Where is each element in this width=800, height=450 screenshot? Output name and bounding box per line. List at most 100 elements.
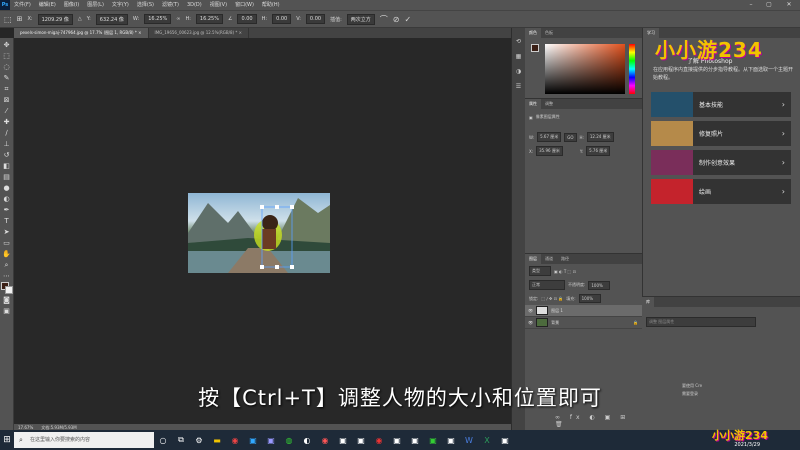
brush-tool-icon[interactable]: ∕: [2, 128, 12, 138]
app-icon[interactable]: ▣: [442, 430, 460, 450]
settings-app-icon[interactable]: ⚙: [190, 430, 208, 450]
history-brush-tool-icon[interactable]: ↺: [2, 150, 12, 160]
visibility-eye-icon[interactable]: 👁: [528, 320, 533, 325]
tab-color[interactable]: 颜色: [525, 28, 541, 38]
menu-image[interactable]: 图像(I): [60, 0, 83, 10]
app-icon[interactable]: ▣: [334, 430, 352, 450]
screen-mode-icon[interactable]: ▣: [2, 306, 12, 316]
word-icon[interactable]: W: [460, 430, 478, 450]
link-button[interactable]: GO: [564, 132, 577, 142]
height-field[interactable]: 16.25%: [195, 14, 223, 24]
history-panel-icon[interactable]: ⟲: [516, 38, 521, 45]
app-icon[interactable]: ▣: [388, 430, 406, 450]
eyedropper-tool-icon[interactable]: ⁄: [2, 106, 12, 116]
excel-icon[interactable]: X: [478, 430, 496, 450]
commit-transform-icon[interactable]: ✓: [404, 15, 411, 24]
tab-document-1[interactable]: pexels-simon-migaj-747964.jpg @ 17.7% (图…: [14, 28, 149, 38]
layer-filter-select[interactable]: 类型: [529, 266, 551, 276]
eraser-tool-icon[interactable]: ◧: [2, 161, 12, 171]
healing-tool-icon[interactable]: ✚: [2, 117, 12, 127]
move-tool-icon[interactable]: ✥: [2, 40, 12, 50]
cancel-transform-icon[interactable]: ⊘: [393, 15, 400, 24]
zoom-tool-icon[interactable]: ⌕: [2, 260, 12, 270]
background-swatch[interactable]: [4, 286, 13, 294]
photoshop-taskbar-icon[interactable]: ▣: [244, 430, 262, 450]
learn-card-fix-photos[interactable]: 修复照片 ›: [651, 121, 791, 146]
y-field[interactable]: 632.24 像: [95, 13, 128, 25]
delta-icon[interactable]: △: [78, 16, 82, 22]
crop-tool-icon[interactable]: ⌗: [2, 84, 12, 94]
close-button[interactable]: ✕: [782, 0, 796, 10]
wechat-icon[interactable]: ◍: [280, 430, 298, 450]
tab-close-icon[interactable]: ×: [138, 30, 141, 35]
tab-channels[interactable]: 通道: [541, 254, 557, 264]
menu-type[interactable]: 文字(Y): [108, 0, 133, 10]
quick-mask-icon[interactable]: ◙: [2, 295, 12, 305]
tab-layers[interactable]: 图层: [525, 254, 541, 264]
app-icon[interactable]: ◉: [370, 430, 388, 450]
pen-tool-icon[interactable]: ✒: [2, 205, 12, 215]
app-icon[interactable]: ▣: [352, 430, 370, 450]
prop-x-field[interactable]: 35.96 厘米: [536, 146, 563, 156]
x-field[interactable]: 1209.29 像: [37, 13, 73, 25]
learn-card-basics[interactable]: 基本技能 ›: [651, 92, 791, 117]
quick-select-tool-icon[interactable]: ✎: [2, 73, 12, 83]
layer-row[interactable]: 👁 图层 1: [525, 305, 642, 317]
app-icon[interactable]: ▣: [406, 430, 424, 450]
document-image[interactable]: [188, 193, 330, 273]
tab-adjustments[interactable]: 调整: [541, 99, 557, 109]
type-tool-icon[interactable]: T: [2, 216, 12, 226]
tab-document-2[interactable]: IMG_19656_00623.jpg @ 12.5%(RGB/8) * ×: [149, 28, 249, 38]
learn-card-painting[interactable]: 绘画 ›: [651, 179, 791, 204]
interpolation-select[interactable]: 两次立方: [346, 13, 375, 25]
rectangle-tool-icon[interactable]: ▭: [2, 238, 12, 248]
minimize-button[interactable]: –: [744, 0, 758, 10]
blend-mode-select[interactable]: 正常: [529, 280, 565, 290]
hskew-field[interactable]: 0.00: [272, 14, 292, 24]
gradient-tool-icon[interactable]: ▤: [2, 172, 12, 182]
reference-point-icon[interactable]: ⊞: [17, 15, 23, 23]
tab-close-icon[interactable]: ×: [239, 30, 242, 35]
adjustments-panel-icon[interactable]: ◑: [516, 68, 521, 75]
foreground-background-swatch[interactable]: [0, 282, 13, 294]
task-view-icon[interactable]: ⧉: [172, 430, 190, 450]
frame-tool-icon[interactable]: ⊠: [2, 95, 12, 105]
swatches-panel-icon[interactable]: ▦: [516, 53, 522, 60]
tab-swatches[interactable]: 色板: [541, 28, 557, 38]
app-icon[interactable]: ◉: [316, 430, 334, 450]
prop-height-field[interactable]: 12.24 厘米: [586, 132, 614, 142]
menu-file[interactable]: 文件(F): [10, 0, 35, 10]
menu-edit[interactable]: 编辑(E): [35, 0, 60, 10]
visibility-eye-icon[interactable]: 👁: [528, 308, 533, 313]
lasso-tool-icon[interactable]: ◌: [2, 62, 12, 72]
menu-help[interactable]: 帮助(H): [258, 0, 284, 10]
menu-view[interactable]: 视图(V): [206, 0, 231, 10]
prop-y-field[interactable]: 5.76 厘米: [586, 146, 611, 156]
prop-width-field[interactable]: 5.67 厘米: [537, 132, 562, 142]
width-field[interactable]: 16.25%: [144, 14, 172, 24]
dodge-tool-icon[interactable]: ◐: [2, 194, 12, 204]
file-explorer-icon[interactable]: ▬: [208, 430, 226, 450]
premiere-icon[interactable]: ▣: [262, 430, 280, 450]
fill-field[interactable]: 100%: [578, 294, 601, 303]
tab-paths[interactable]: 路径: [557, 254, 573, 264]
warp-icon[interactable]: ⌒: [380, 14, 388, 25]
app-icon[interactable]: ▣: [496, 430, 514, 450]
tab-properties[interactable]: 属性: [525, 99, 541, 109]
layer-row[interactable]: 👁 背景 🔒: [525, 317, 642, 329]
menu-layer[interactable]: 图层(L): [83, 0, 108, 10]
color-fg-swatch[interactable]: [531, 44, 539, 52]
cortana-icon[interactable]: ○: [154, 430, 172, 450]
learn-card-creative-effects[interactable]: 制作创意效果 ›: [651, 150, 791, 175]
marquee-tool-icon[interactable]: ⬚: [2, 51, 12, 61]
app-icon[interactable]: ◐: [298, 430, 316, 450]
maximize-button[interactable]: ▢: [762, 0, 776, 10]
angle-field[interactable]: 0.00: [237, 14, 257, 24]
chrome-icon[interactable]: ◉: [226, 430, 244, 450]
lock-icons[interactable]: ⬚ ∕ ✥ ⊡ 🔒: [541, 296, 563, 301]
opacity-field[interactable]: 100%: [588, 280, 611, 290]
menu-window[interactable]: 窗口(W): [231, 0, 258, 10]
filter-icons[interactable]: ▣ ◐ T ⬚ ⊡: [554, 269, 576, 274]
blur-tool-icon[interactable]: ●: [2, 183, 12, 193]
menu-3d[interactable]: 3D(D): [183, 0, 206, 10]
